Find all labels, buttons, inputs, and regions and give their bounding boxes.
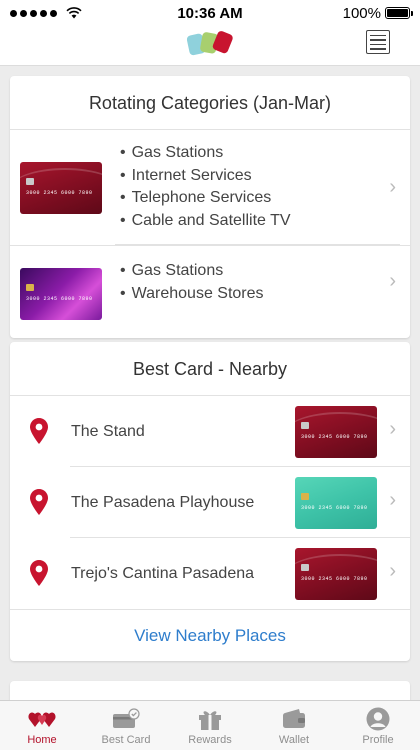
nearby-place-row[interactable]: The Stand 3000 2345 6000 7890 › [10, 396, 410, 467]
tab-home[interactable]: Home [0, 701, 84, 750]
chevron-right-icon: › [389, 418, 396, 440]
rotating-categories-title: Rotating Categories (Jan-Mar) [10, 76, 410, 130]
credit-card-check-icon [112, 707, 140, 731]
place-name: Trejo's Cantina Pasadena [71, 565, 255, 582]
tab-profile[interactable]: Profile [336, 701, 420, 750]
nav-bar [0, 26, 420, 66]
credit-card-image: 3000 2345 6000 7890 [20, 162, 102, 214]
person-icon [364, 707, 392, 731]
gift-icon [196, 707, 224, 731]
signal-strength-icon [10, 7, 82, 19]
tab-wallet[interactable]: Wallet [252, 701, 336, 750]
wallet-icon [280, 707, 308, 731]
tab-best-card[interactable]: Best Card [84, 701, 168, 750]
view-nearby-places-link[interactable]: View Nearby Places [10, 609, 410, 661]
category-list: Gas Stations Warehouse Stores [120, 260, 264, 305]
location-pin-icon [30, 489, 48, 515]
category-item: Internet Services [120, 165, 291, 188]
battery-icon [385, 7, 413, 19]
status-bar: 10:36 AM 100% [0, 0, 420, 26]
tab-label: Home [27, 734, 57, 746]
tab-label: Rewards [188, 734, 232, 746]
location-pin-icon [30, 418, 48, 444]
tab-label: Best Card [101, 734, 151, 746]
battery-percent: 100% [342, 4, 381, 22]
nearby-place-row[interactable]: Trejo's Cantina Pasadena 3000 2345 6000 … [10, 538, 410, 609]
chevron-right-icon: › [389, 176, 396, 198]
rotating-category-row[interactable]: 3000 2345 6000 7890 Gas Stations Warehou… [10, 246, 410, 338]
credit-card-image: 3000 2345 6000 7890 [295, 406, 377, 458]
category-list: Gas Stations Internet Services Telephone… [120, 142, 291, 232]
chevron-right-icon: › [389, 270, 396, 292]
credit-card-image: 3000 2345 6000 7890 [20, 268, 102, 320]
chevron-right-icon: › [389, 489, 396, 511]
hearts-logo-icon [28, 707, 56, 731]
best-card-nearby-title: Best Card - Nearby [10, 342, 410, 396]
location-pin-icon [30, 560, 48, 586]
place-name: The Stand [71, 423, 145, 440]
best-card-nearby-card: Best Card - Nearby The Stand 3000 2345 6… [10, 342, 410, 661]
tab-bar: Home Best Card Rewards Wallet Profile [0, 700, 420, 750]
nearby-place-row[interactable]: The Pasadena Playhouse 3000 2345 6000 78… [10, 467, 410, 538]
chevron-right-icon: › [389, 560, 396, 582]
category-item: Telephone Services [120, 187, 291, 210]
wifi-icon [66, 7, 82, 19]
category-item: Cable and Satellite TV [120, 210, 291, 233]
category-item: Warehouse Stores [120, 283, 264, 306]
category-item: Gas Stations [120, 142, 291, 165]
tab-label: Wallet [278, 734, 310, 746]
filter-menu-button[interactable] [366, 30, 390, 54]
category-item: Gas Stations [120, 260, 264, 283]
tab-label: Profile [362, 734, 394, 746]
credit-card-image: 3000 2345 6000 7890 [295, 548, 377, 600]
app-logo-icon [186, 31, 233, 56]
credit-card-image: 3000 2345 6000 7890 [295, 477, 377, 529]
tab-rewards[interactable]: Rewards [168, 701, 252, 750]
place-name: The Pasadena Playhouse [71, 494, 255, 511]
rotating-category-row[interactable]: 3000 2345 6000 7890 Gas Stations Interne… [10, 130, 410, 246]
rotating-categories-card: Rotating Categories (Jan-Mar) 3000 2345 … [10, 76, 410, 338]
